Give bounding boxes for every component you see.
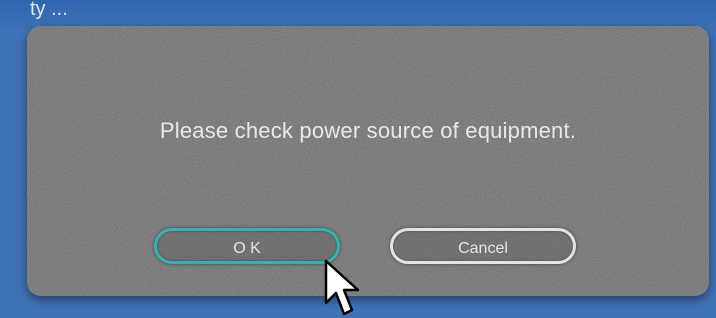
arrow-pointer-icon — [324, 259, 360, 316]
ok-button[interactable]: O K — [154, 228, 340, 264]
background-text: ty ... — [30, 0, 68, 20]
screen: ty ... Please check power source of equi… — [0, 0, 716, 318]
stone-texture — [27, 26, 709, 296]
power-warning-dialog: Please check power source of equipment. … — [27, 26, 709, 296]
cancel-button[interactable]: Cancel — [390, 228, 576, 264]
dialog-message: Please check power source of equipment. — [159, 118, 577, 143]
